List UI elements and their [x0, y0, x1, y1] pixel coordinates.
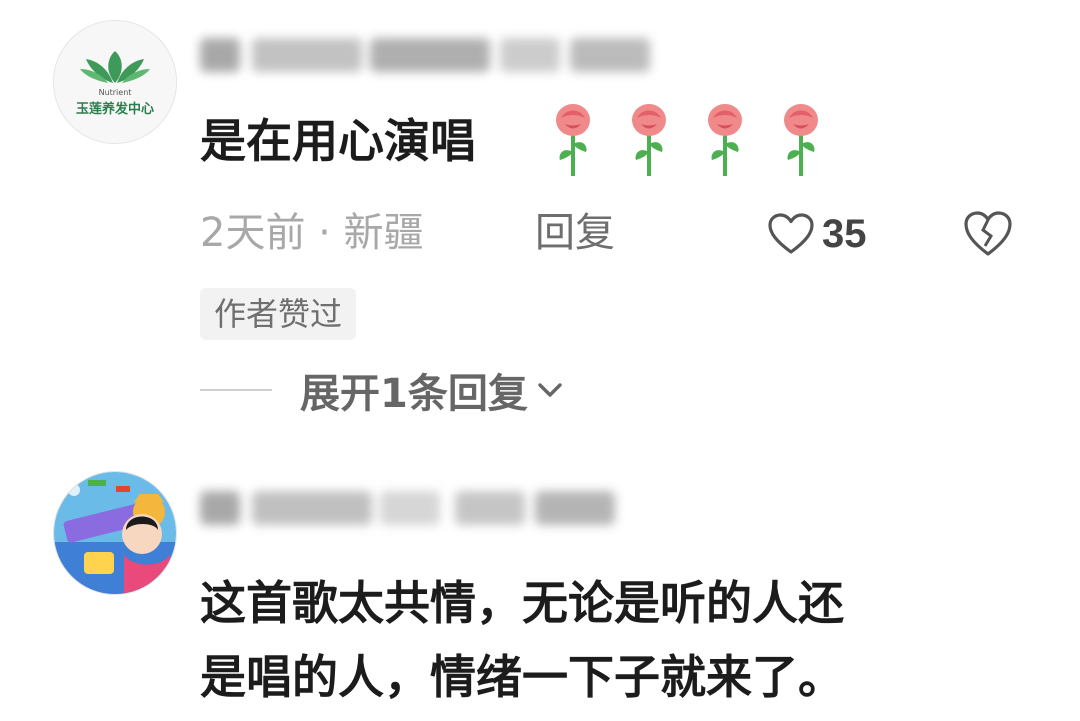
comment-text-line: 这首歌太共情，无论是听的人还 — [200, 576, 844, 630]
expand-replies-button[interactable]: 展开1条回复 — [200, 360, 564, 420]
comment-meta: 2天前 · 新疆 — [200, 210, 424, 256]
comment-text-line: 是唱的人，情绪一下子就来了。 — [200, 650, 844, 704]
username-blurred-1[interactable] — [200, 30, 660, 78]
chevron-down-icon — [538, 383, 562, 397]
avatar-commenter-1[interactable]: Nutrient 玉莲养发中心 — [53, 20, 177, 144]
divider-line — [200, 389, 272, 391]
rose-icon — [632, 104, 666, 176]
reply-button[interactable]: 回复 — [535, 205, 615, 261]
rose-icon — [556, 104, 590, 176]
like-count: 35 — [822, 211, 867, 256]
username-blurred-2[interactable] — [200, 483, 620, 531]
avatar-logo-text: 玉莲养发中心 — [76, 101, 154, 117]
like-button[interactable]: 35 — [768, 207, 867, 261]
broken-heart-icon[interactable] — [963, 210, 1013, 258]
heart-outline-icon — [768, 213, 814, 254]
author-liked-badge: 作者赞过 — [200, 288, 357, 340]
avatar-commenter-2[interactable] — [53, 471, 177, 595]
rose-icon — [708, 104, 742, 176]
expand-replies-label: 展开1条回复 — [300, 371, 528, 417]
rose-icon — [784, 104, 818, 176]
comment-text-1: 是在用心演唱 — [200, 114, 476, 168]
comment-text-2: 这首歌太共情，无论是听的人还 是唱的人，情绪一下子就来了。 — [200, 566, 844, 714]
comment-list: Nutrient 玉莲养发中心 是在用心演唱 2天前 · 新疆 回复 35 作者… — [0, 0, 1080, 721]
avatar-brand-text: Nutrient — [99, 88, 132, 97]
